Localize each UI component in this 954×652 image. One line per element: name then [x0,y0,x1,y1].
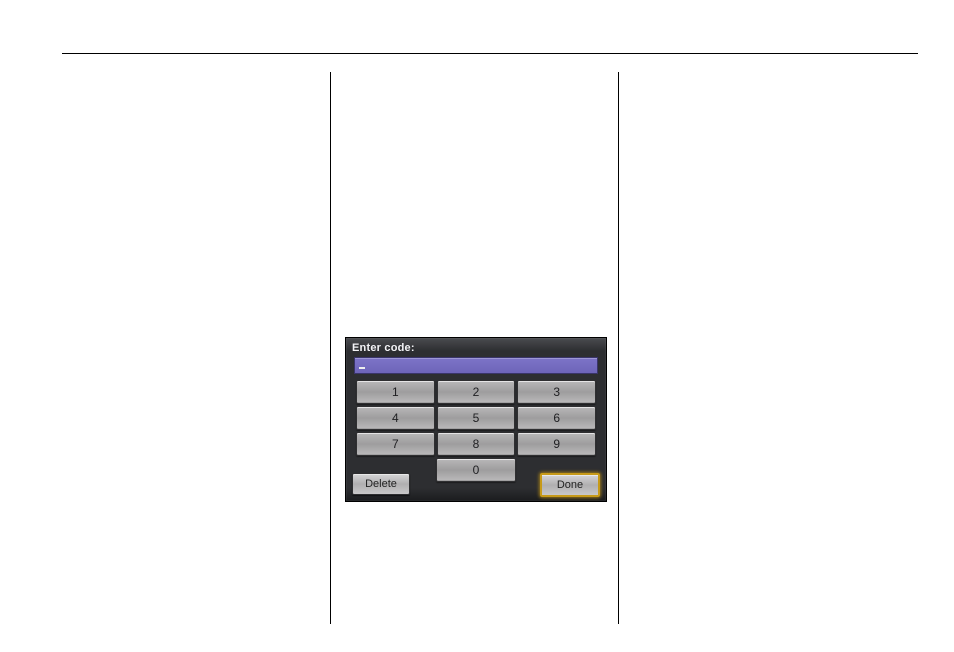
code-input-cursor [359,367,365,369]
keypad-key-8[interactable]: 8 [437,432,516,456]
code-input[interactable] [354,357,598,374]
column-divider-1 [330,72,331,624]
keypad-key-4[interactable]: 4 [356,406,435,430]
keypad-key-3[interactable]: 3 [517,380,596,404]
keypad-key-6[interactable]: 6 [517,406,596,430]
done-button[interactable]: Done [540,473,600,497]
keypad-action-row: Delete Done [352,473,600,495]
keypad-key-5[interactable]: 5 [437,406,516,430]
keypad-key-2[interactable]: 2 [437,380,516,404]
keypad-key-9[interactable]: 9 [517,432,596,456]
column-divider-2 [618,72,619,624]
delete-button[interactable]: Delete [352,473,410,495]
keypad-key-1[interactable]: 1 [356,380,435,404]
enter-code-prompt: Enter code: [352,342,415,354]
keypad-key-7[interactable]: 7 [356,432,435,456]
page-top-rule [62,53,918,54]
enter-code-panel: Enter code: 1 2 3 4 5 6 7 8 9 0 Delete D… [345,337,607,502]
numeric-keypad: 1 2 3 4 5 6 7 8 9 0 [356,380,596,484]
